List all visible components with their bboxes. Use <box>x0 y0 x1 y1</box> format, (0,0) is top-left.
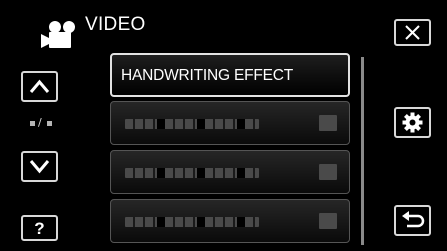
placeholder-label <box>125 168 259 178</box>
close-icon <box>405 25 420 40</box>
help-icon: ? <box>34 219 44 238</box>
help-label: ? <box>34 219 44 238</box>
scroll-up-button[interactable] <box>21 71 58 102</box>
close-button[interactable] <box>394 19 431 46</box>
gear-icon <box>402 112 423 133</box>
chevron-up-icon <box>29 79 50 93</box>
back-button[interactable] <box>394 205 431 236</box>
placeholder-label <box>125 119 259 129</box>
current-page-placeholder <box>30 121 35 126</box>
placeholder-value <box>319 115 337 131</box>
menu-item-handwriting-effect[interactable]: HANDWRITING EFFECT <box>110 53 350 97</box>
menu-item-label: HANDWRITING EFFECT <box>121 67 294 84</box>
scroll-track[interactable] <box>361 57 364 245</box>
video-camera-icon <box>41 21 75 48</box>
menu-item[interactable] <box>110 199 350 243</box>
chevron-down-icon <box>29 160 50 174</box>
page-title: VIDEO <box>85 14 146 35</box>
menu-item[interactable] <box>110 150 350 194</box>
page-indicator: / <box>28 116 54 131</box>
settings-button[interactable] <box>394 107 431 138</box>
return-icon <box>402 211 425 228</box>
menu-item[interactable] <box>110 101 350 145</box>
placeholder-label <box>125 217 259 227</box>
placeholder-value <box>319 164 337 180</box>
total-pages-placeholder <box>47 121 52 126</box>
placeholder-value <box>319 213 337 229</box>
scroll-down-button[interactable] <box>21 151 58 182</box>
help-button[interactable]: ? <box>21 215 58 241</box>
menu-screen: VIDEO / ? HANDWRITING EFFECT <box>0 0 447 251</box>
page-separator: / <box>38 116 42 129</box>
